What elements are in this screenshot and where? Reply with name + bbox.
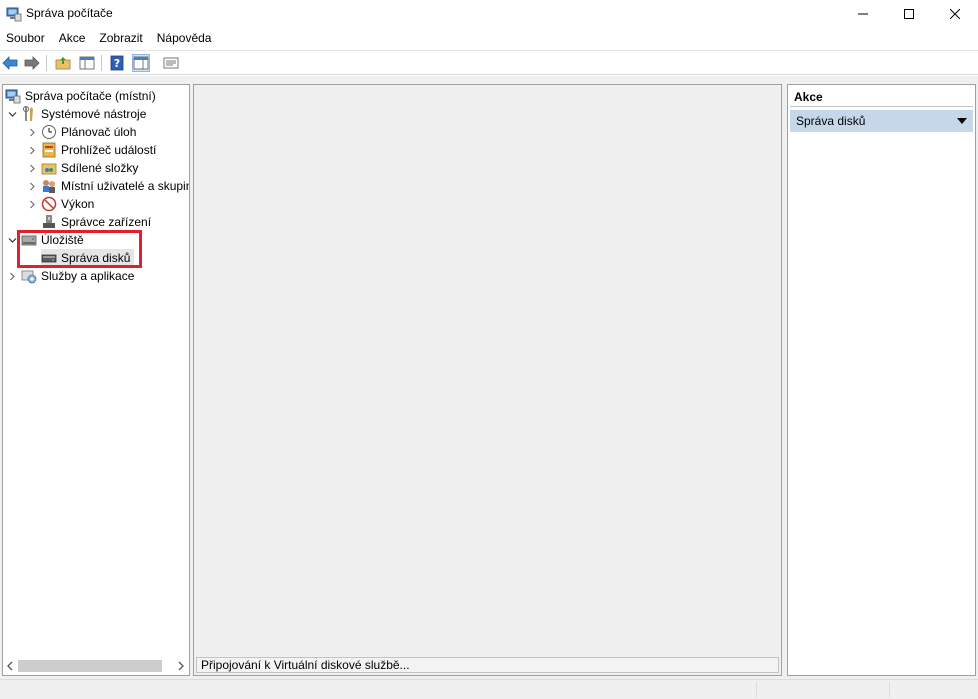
action-pane: Akce Správa disků (787, 84, 976, 676)
performance-icon (41, 196, 57, 212)
tree-item-performance[interactable]: Výkon (27, 195, 94, 213)
forward-button[interactable] (23, 54, 41, 72)
tree-root-label: Správa počítače (místní) (25, 89, 156, 103)
maximize-button[interactable] (886, 0, 932, 27)
properties-button[interactable] (162, 54, 180, 72)
tree-item-task-scheduler[interactable]: Plánovač úloh (27, 123, 136, 141)
tree-item-shared-folders[interactable]: Sdílené složky (27, 159, 138, 177)
device-manager-icon (43, 215, 55, 228)
tree-item-label: Místní uživatelé a skupiny (61, 179, 190, 193)
properties-icon (163, 57, 179, 69)
tree-item-label: Výkon (61, 197, 95, 211)
chevron-right-icon[interactable] (27, 199, 37, 209)
action-pane-header: Akce (790, 87, 973, 107)
connection-status: Připojování k Virtuální diskové službě..… (196, 657, 779, 673)
scroll-left-icon[interactable] (6, 661, 14, 671)
close-button[interactable] (932, 0, 978, 27)
tools-icon (23, 106, 33, 121)
tree-item-local-users[interactable]: Místní uživatelé a skupiny (27, 177, 190, 195)
help-button[interactable]: ? (108, 54, 126, 72)
action-section-label: Správa disků (796, 114, 866, 128)
tree-item-services[interactable]: Služby a aplikace (7, 267, 134, 285)
show-action-pane-button[interactable] (132, 54, 150, 72)
status-bar (0, 679, 978, 699)
folder-up-icon (55, 57, 71, 70)
menu-bar: Soubor Akce Zobrazit Nápověda (0, 28, 978, 49)
scrollbar-thumb[interactable] (18, 660, 162, 672)
computer-management-icon (5, 89, 21, 104)
help-icon: ? (110, 55, 124, 71)
svg-text:?: ? (114, 57, 120, 70)
tree-item-label: Služby a aplikace (41, 269, 135, 283)
console-tree-icon (79, 56, 95, 70)
title-bar: Správa počítače (0, 0, 978, 27)
scroll-right-icon[interactable] (177, 661, 185, 671)
close-icon (950, 8, 960, 19)
window-title: Správa počítače (26, 6, 113, 20)
dropdown-arrow-icon[interactable] (957, 118, 967, 124)
highlight-annotation (17, 230, 142, 268)
chevron-right-icon[interactable] (27, 127, 37, 137)
tree-item-label: Sdílené složky (61, 161, 139, 175)
maximize-icon (904, 8, 914, 19)
menu-napoveda[interactable]: Nápověda (150, 28, 219, 49)
minimize-button[interactable] (840, 0, 886, 27)
action-pane-icon (133, 56, 149, 70)
tree-item-label: Plánovač úloh (61, 125, 137, 139)
chevron-down-icon[interactable] (7, 235, 17, 245)
menu-akce[interactable]: Akce (52, 28, 93, 49)
forward-arrow-icon (24, 56, 40, 70)
tree-item-event-viewer[interactable]: Prohlížeč událostí (27, 141, 156, 159)
chevron-right-icon[interactable] (27, 145, 37, 155)
tree-item-device-manager[interactable]: Správce zařízení (41, 213, 151, 231)
shared-folder-icon (41, 163, 57, 175)
tree-root[interactable]: Správa počítače (místní) (5, 87, 156, 105)
menu-soubor[interactable]: Soubor (0, 28, 52, 49)
event-viewer-icon (42, 142, 56, 158)
console-tree: Správa počítače (místní) Systémové nástr… (2, 84, 190, 676)
chevron-right-icon[interactable] (27, 181, 37, 191)
action-section-disk-management[interactable]: Správa disků (790, 110, 973, 132)
services-icon (21, 270, 37, 284)
clock-icon (42, 125, 56, 139)
show-hide-tree-button[interactable] (78, 54, 96, 72)
chevron-right-icon[interactable] (7, 271, 17, 281)
up-level-button[interactable] (54, 54, 72, 72)
chevron-right-icon[interactable] (27, 163, 37, 173)
back-arrow-icon (2, 56, 18, 70)
menu-zobrazit[interactable]: Zobrazit (92, 28, 149, 49)
center-pane: Připojování k Virtuální diskové službě..… (193, 84, 782, 676)
chevron-down-icon[interactable] (7, 109, 17, 119)
users-icon (43, 180, 55, 193)
tree-item-label: Systémové nástroje (41, 107, 147, 121)
content-area (196, 87, 779, 657)
minimize-icon (858, 13, 868, 14)
tree-item-label: Správce zařízení (61, 215, 152, 229)
tree-item-label: Prohlížeč událostí (61, 143, 157, 157)
back-button[interactable] (1, 54, 19, 72)
tree-item-system-tools[interactable]: Systémové nástroje (7, 105, 146, 123)
toolbar: ? (0, 50, 978, 75)
computer-management-icon (6, 7, 22, 22)
tree-horizontal-scrollbar[interactable] (2, 657, 190, 676)
